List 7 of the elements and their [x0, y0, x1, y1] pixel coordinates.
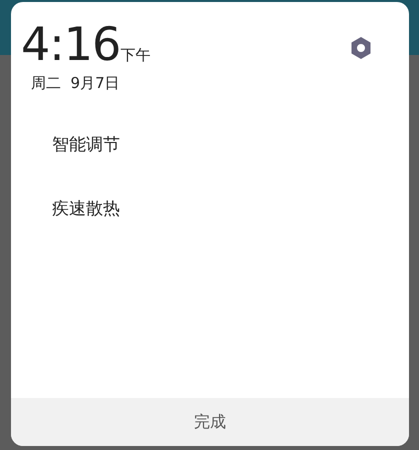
- time-period: 下午: [120, 46, 150, 64]
- option-item[interactable]: 疾速散热: [52, 199, 120, 219]
- clock-time: 4:16: [21, 20, 120, 68]
- option-item[interactable]: 智能调节: [52, 135, 120, 155]
- settings-icon[interactable]: [349, 36, 373, 60]
- date-label: 周二 9月7日: [31, 74, 121, 93]
- done-button[interactable]: 完成: [11, 398, 409, 446]
